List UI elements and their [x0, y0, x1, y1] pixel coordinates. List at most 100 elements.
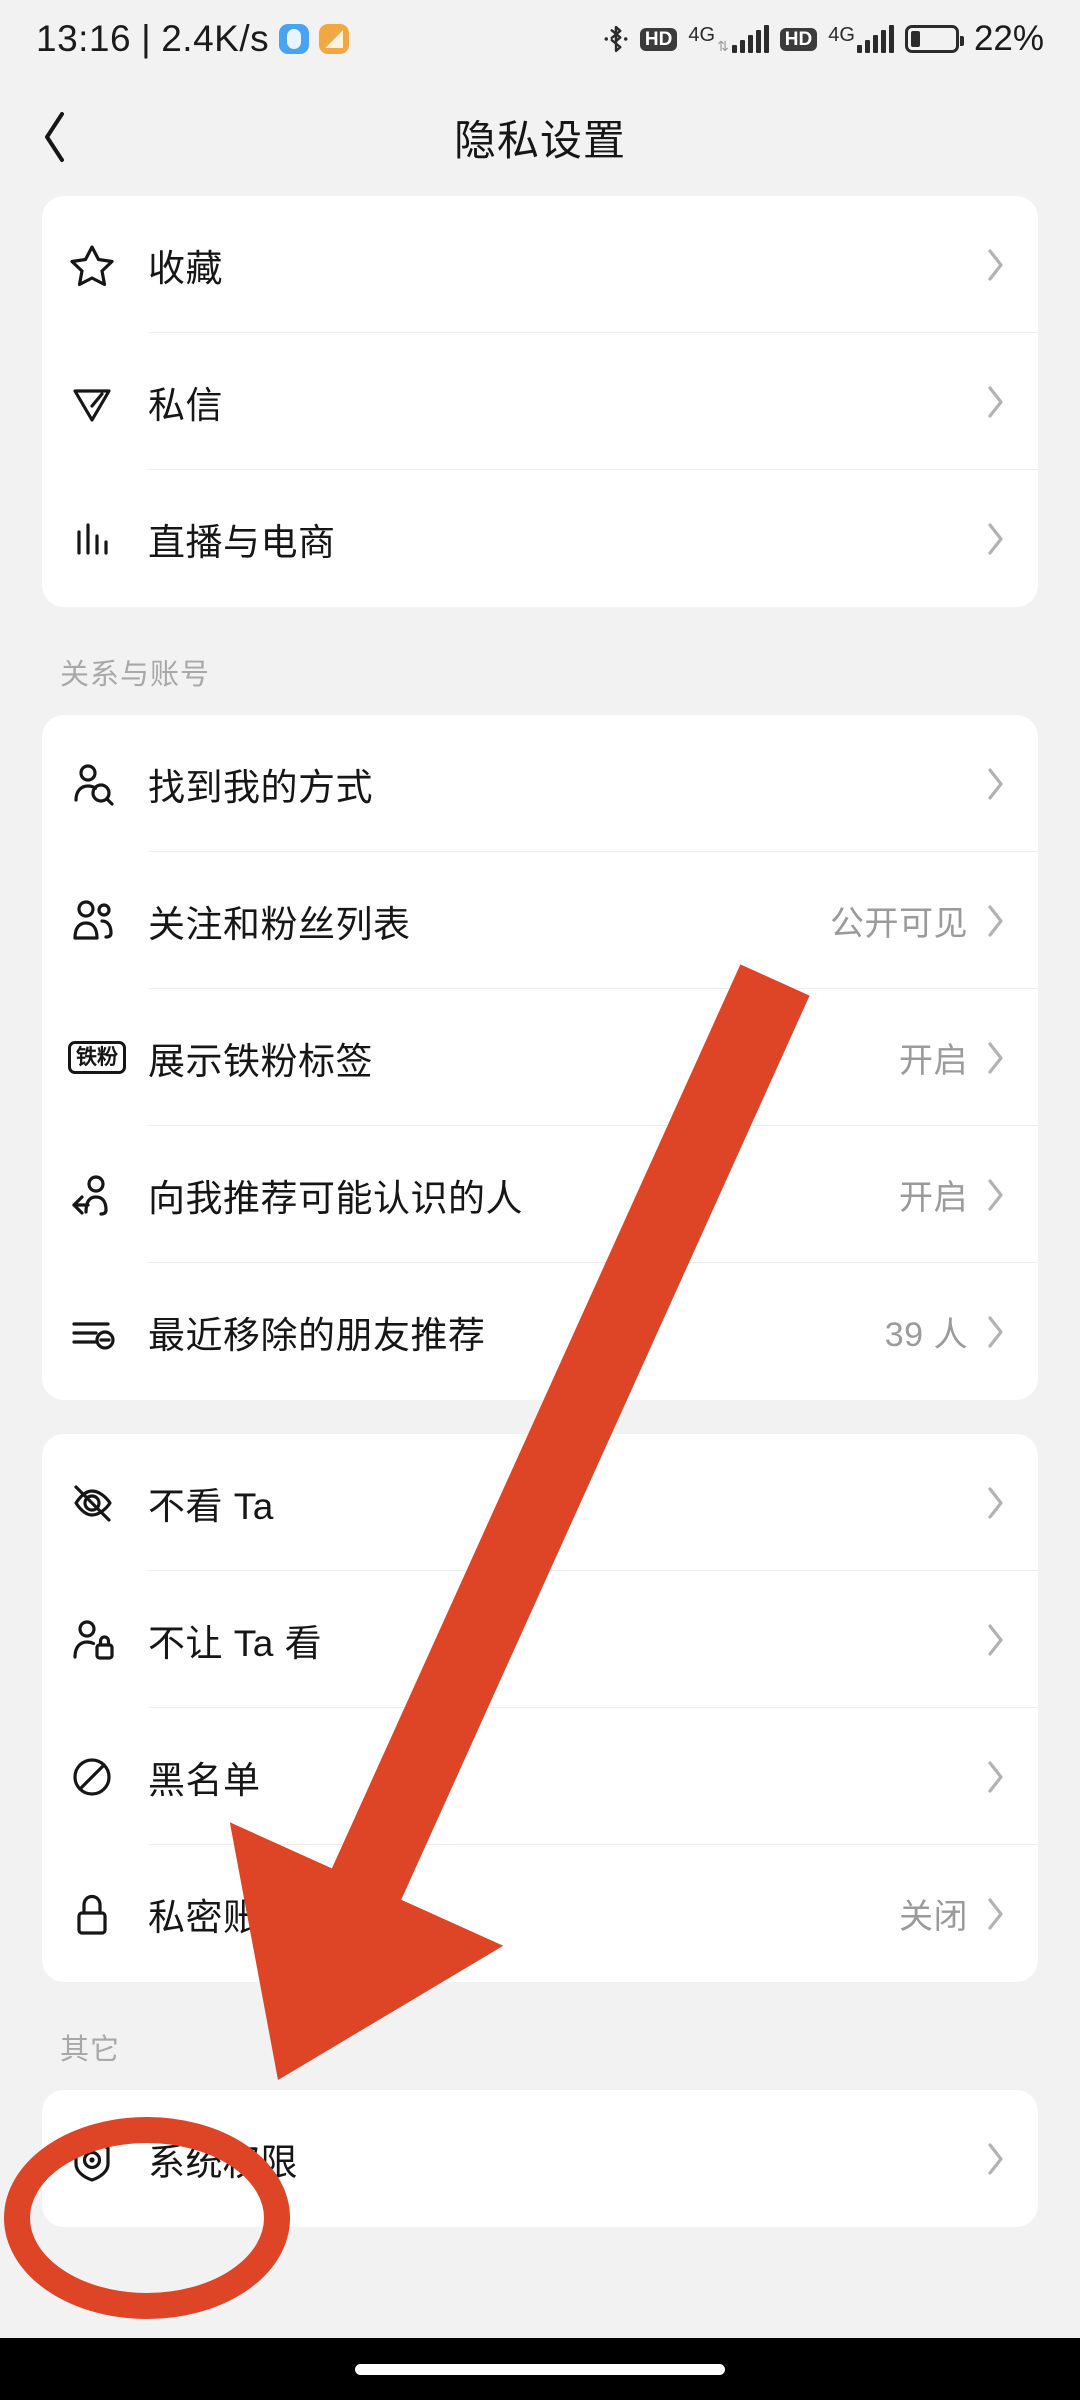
battery-percent: 22% [973, 19, 1044, 58]
signal-bars-1 [731, 25, 769, 53]
settings-card: 收藏私信直播与电商 [42, 196, 1038, 607]
row-icon [68, 515, 148, 563]
list-item-label: 黑名单 [148, 1759, 261, 1801]
signal-bars-2 [856, 25, 894, 53]
settings-list: 收藏 私信 直播与电商 关系与账号 找到我的方式 关注和粉丝列表 公开可见 铁粉 展示铁粉标签开… [0, 196, 1080, 2227]
list-remove-icon [72, 1321, 115, 1350]
hd-badge-1: HD [639, 27, 678, 51]
chevron-right-icon [988, 1486, 1003, 1519]
row-icon [68, 1171, 148, 1219]
row-right [986, 248, 1006, 282]
eye-off-icon [74, 1484, 112, 1522]
chevron-right-icon [988, 1623, 1003, 1656]
chevron-right-icon [988, 248, 1003, 281]
list-item-label: 最近移除的朋友推荐 [148, 1314, 486, 1356]
list-item-label: 系统权限 [148, 2141, 298, 2183]
list-item[interactable]: 私密账号 关闭 [42, 1845, 1038, 1982]
status-time: 13:16 [36, 18, 132, 59]
page-title: 隐私设置 [453, 116, 626, 164]
list-item[interactable]: 铁粉 展示铁粉标签 开启 [42, 989, 1038, 1126]
settings-card: 不看 Ta 不让 Ta 看黑名单私密账号 关闭 [42, 1434, 1038, 1982]
row-icon [68, 2135, 148, 2183]
settings-card: 找到我的方式 关注和粉丝列表 公开可见 铁粉 展示铁粉标签 开启 向我推荐可能认识的人 开启最… [42, 715, 1038, 1400]
list-item[interactable]: 系统权限 [42, 2090, 1038, 2227]
list-item[interactable]: 黑名单 [42, 1708, 1038, 1845]
phone-screen: 13:16 | 2.4K/s HD 4G ⇅ HD 4G 22% 隐私设置 收藏… [0, 0, 1080, 2400]
row-right [986, 385, 1006, 419]
list-item-label: 不让 Ta 看 [148, 1622, 323, 1664]
list-item[interactable]: 不看 Ta [42, 1434, 1038, 1571]
list-item-value: 开启 [899, 1042, 968, 1080]
list-item-label: 找到我的方式 [148, 766, 373, 808]
row-icon [68, 1890, 148, 1938]
row-right: 39 人 [885, 1307, 1006, 1356]
list-item-label: 展示铁粉标签 [148, 1040, 373, 1082]
person-lock-icon [73, 1619, 114, 1660]
block-icon [73, 1757, 111, 1796]
row-icon [68, 760, 148, 808]
row-icon [68, 241, 148, 289]
row-right [986, 1623, 1006, 1657]
list-item[interactable]: 最近移除的朋友推荐 39 人 [42, 1263, 1038, 1400]
row-right: 开启 [899, 1033, 1006, 1082]
list-item[interactable]: 直播与电商 [42, 470, 1038, 607]
chevron-right-icon [988, 904, 1003, 937]
orange-app-icon [319, 24, 350, 54]
network-type-2: 4G [828, 24, 855, 46]
data-activity-icon: ⇅ [717, 38, 729, 54]
row-right [986, 1486, 1006, 1520]
list-item[interactable]: 收藏 [42, 196, 1038, 333]
list-item-label: 私密账号 [148, 1896, 298, 1938]
list-item[interactable]: 向我推荐可能认识的人 开启 [42, 1126, 1038, 1263]
system-nav-bar [0, 2338, 1080, 2400]
person-search-icon [74, 763, 114, 806]
list-item[interactable]: 不让 Ta 看 [42, 1571, 1038, 1708]
network-type-1: 4G [688, 24, 716, 46]
status-bar-left: 13:16 | 2.4K/s [36, 18, 350, 60]
chevron-right-icon [988, 385, 1003, 418]
list-item[interactable]: 找到我的方式 [42, 715, 1038, 852]
list-item-value: 39 人 [884, 1316, 968, 1354]
list-item-value: 关闭 [899, 1898, 968, 1936]
bluetooth-icon [604, 25, 628, 53]
chevron-right-icon [988, 767, 1003, 800]
home-indicator[interactable] [355, 2363, 725, 2375]
list-item-value: 公开可见 [830, 905, 968, 943]
chevron-right-icon [988, 1041, 1003, 1074]
chevron-right-icon [988, 1315, 1003, 1348]
row-icon [68, 1308, 148, 1356]
row-icon [68, 1479, 148, 1527]
row-right: 开启 [899, 1170, 1006, 1219]
list-item-label: 私信 [148, 384, 223, 426]
row-icon [68, 378, 148, 426]
row-right [986, 767, 1006, 801]
list-item-label: 直播与电商 [148, 521, 336, 563]
list-item[interactable]: 关注和粉丝列表 公开可见 [42, 852, 1038, 989]
row-icon [68, 1753, 148, 1801]
list-item-label: 关注和粉丝列表 [148, 903, 411, 945]
list-item[interactable]: 私信 [42, 333, 1038, 470]
fan-badge-icon: 铁粉 [68, 1041, 126, 1074]
row-icon: 铁粉 [68, 1041, 148, 1074]
send-icon [73, 388, 111, 422]
status-netspeed: 2.4K/s [161, 18, 270, 59]
lock-icon [77, 1894, 107, 1935]
blue-app-icon [279, 24, 310, 54]
chevron-right-icon [988, 1178, 1003, 1211]
section-label: 关系与账号 [60, 659, 211, 691]
section-label: 其它 [60, 2034, 121, 2066]
chevron-right-icon [988, 522, 1003, 555]
row-right: 公开可见 [830, 896, 1006, 945]
settings-card: 系统权限 [42, 2090, 1038, 2227]
battery-icon [904, 25, 964, 53]
bar-chart-icon [77, 522, 108, 555]
row-right [986, 1760, 1006, 1794]
chevron-right-icon [988, 1760, 1003, 1793]
list-item-label: 向我推荐可能认识的人 [148, 1177, 523, 1219]
chevron-right-icon [988, 1897, 1003, 1930]
status-divider: | [141, 18, 152, 59]
row-icon [68, 897, 148, 945]
row-right: 关闭 [899, 1889, 1006, 1938]
signal-group-2: 4G [828, 25, 894, 53]
